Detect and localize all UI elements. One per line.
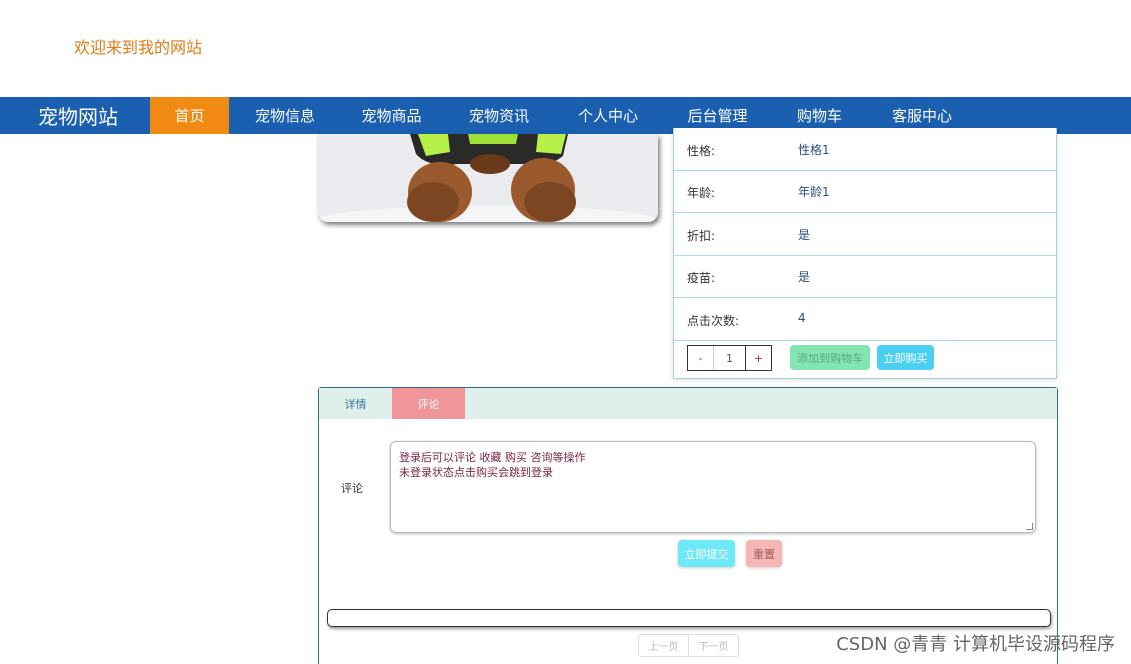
tab-details[interactable]: 详情 bbox=[319, 388, 392, 419]
detail-value: 年龄1 bbox=[798, 185, 830, 199]
pagination: 上一页 下一页 bbox=[638, 634, 739, 657]
detail-row-personality: 性格: 性格1 bbox=[674, 128, 1056, 171]
comment-list-box bbox=[327, 609, 1051, 627]
nav-item-pet-news[interactable]: 宠物资讯 bbox=[442, 97, 556, 134]
welcome-text: 欢迎来到我的网站 bbox=[74, 38, 203, 57]
detail-row-age: 年龄: 年龄1 bbox=[674, 170, 1056, 213]
nav-item-user-center[interactable]: 个人中心 bbox=[556, 97, 660, 134]
detail-row-discount: 折扣: 是 bbox=[674, 213, 1056, 256]
comment-text-line-2: 未登录状态点击购买会跳到登录 bbox=[399, 466, 553, 479]
prev-page-button[interactable]: 上一页 bbox=[639, 635, 688, 656]
watermark: CSDN @青青 计算机毕设源码程序 bbox=[836, 634, 1115, 655]
nav-item-pet-goods[interactable]: 宠物商品 bbox=[341, 97, 442, 134]
comment-label: 评论 bbox=[341, 482, 363, 495]
quantity-input[interactable]: 1 bbox=[713, 346, 746, 370]
detail-label: 点击次数: bbox=[687, 314, 740, 328]
detail-value: 4 bbox=[798, 311, 806, 325]
page: 欢迎来到我的网站 宠物网站 首页 宠物信息 宠物商品 宠物资讯 个人中心 后台管… bbox=[0, 0, 1131, 664]
add-to-cart-button[interactable]: 添加到购物车 bbox=[790, 345, 870, 370]
pet-detail-panel: 性格: 性格1 年龄: 年龄1 折扣: 是 疫苗: 是 点击次数: 4 - 1 … bbox=[673, 128, 1057, 379]
tab-comments[interactable]: 评论 bbox=[392, 388, 465, 419]
pet-photo bbox=[318, 134, 658, 222]
site-brand[interactable]: 宠物网站 bbox=[0, 97, 150, 134]
detail-label: 性格: bbox=[687, 144, 716, 158]
detail-label: 年龄: bbox=[687, 186, 716, 200]
comment-text-line-1: 登录后可以评论 收藏 购买 咨询等操作 bbox=[399, 451, 586, 464]
nav-item-home[interactable]: 首页 bbox=[150, 97, 229, 134]
quantity-minus-button[interactable]: - bbox=[688, 346, 713, 370]
reset-button[interactable]: 重置 bbox=[746, 540, 782, 567]
nav-item-pet-info[interactable]: 宠物信息 bbox=[229, 97, 341, 134]
detail-label: 折扣: bbox=[687, 229, 716, 243]
pet-photo-image bbox=[318, 134, 658, 222]
resize-grip-icon[interactable] bbox=[1026, 523, 1033, 530]
next-page-button[interactable]: 下一页 bbox=[688, 635, 738, 656]
detail-value: 是 bbox=[798, 270, 811, 284]
quantity-stepper: - 1 + bbox=[687, 345, 772, 371]
detail-row-clicks: 点击次数: 4 bbox=[674, 298, 1056, 341]
detail-row-vaccine: 疫苗: 是 bbox=[674, 255, 1056, 298]
buy-now-button[interactable]: 立即购买 bbox=[877, 345, 934, 370]
submit-comment-button[interactable]: 立即提交 bbox=[678, 540, 735, 567]
quantity-plus-button[interactable]: + bbox=[746, 346, 771, 370]
detail-value: 是 bbox=[798, 228, 811, 242]
detail-label: 疫苗: bbox=[687, 271, 716, 285]
comment-textarea[interactable]: 登录后可以评论 收藏 购买 咨询等操作 未登录状态点击购买会跳到登录 bbox=[390, 441, 1036, 533]
detail-value: 性格1 bbox=[798, 143, 830, 157]
detail-tabs-panel: 详情 评论 评论 登录后可以评论 收藏 购买 咨询等操作 未登录状态点击购买会跳… bbox=[318, 387, 1058, 664]
tab-bar: 详情 评论 bbox=[319, 388, 1057, 419]
